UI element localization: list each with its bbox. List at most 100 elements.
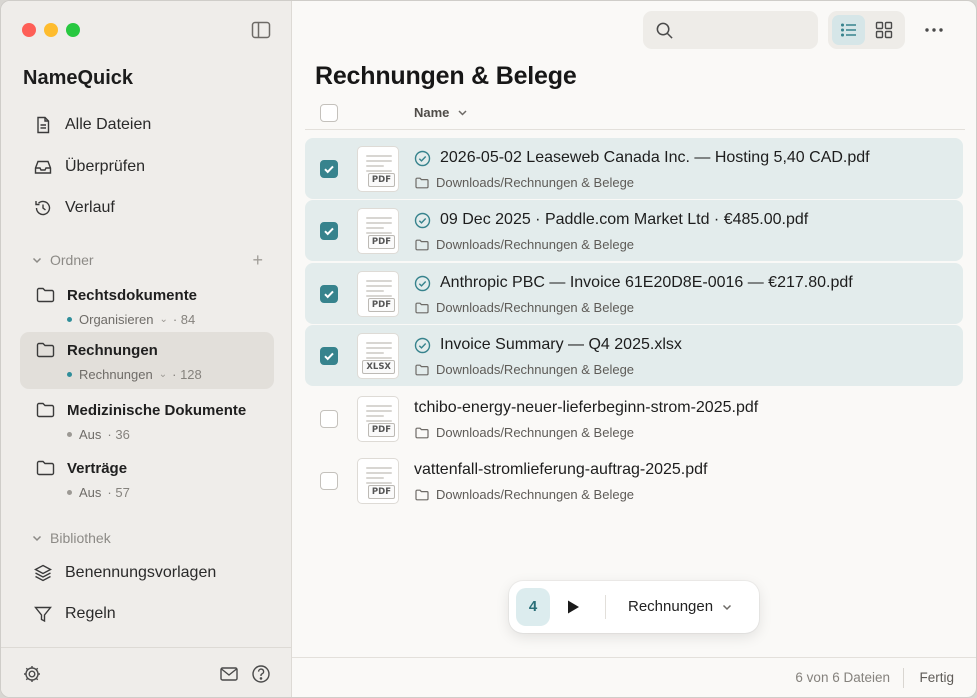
grid-view-button[interactable] [867, 15, 900, 45]
file-name: vattenfall-stromlieferung-auftrag-2025.p… [414, 461, 708, 479]
row-checkbox[interactable] [320, 347, 338, 365]
nav-history-label: Verlauf [65, 199, 115, 216]
file-type-badge: PDF [367, 485, 395, 499]
file-name: tchibo-energy-neuer-lieferbeginn-strom-2… [414, 399, 758, 417]
list-view-button[interactable] [832, 15, 865, 45]
file-name: Anthropic PBC — Invoice 61E20D8E-0016 — … [414, 274, 853, 292]
main-content: Rechnungen & Belege Name PDF 2026-05-02 L… [292, 1, 976, 697]
nav-history[interactable]: Verlauf [21, 189, 273, 227]
folder-meta: Rechnungen ⌄ · 128 [67, 367, 202, 382]
folder-name: Rechnungen [67, 342, 158, 359]
page-title: Rechnungen & Belege [315, 62, 577, 90]
app-title: NameQuick [23, 67, 134, 89]
file-type-badge: PDF [367, 298, 395, 312]
folder-icon [415, 489, 429, 500]
window-controls [22, 23, 80, 37]
add-folder-button[interactable]: + [252, 250, 263, 271]
status-text: Fertig [919, 670, 954, 685]
file-row[interactable]: XLSX Invoice Summary — Q4 2025.xlsx Downlo… [305, 325, 963, 386]
document-lines [366, 342, 392, 362]
folder-item-medizinische-dokumente[interactable]: Medizinische Dokumente Aus · 36 [20, 392, 274, 449]
file-row[interactable]: PDF tchibo-energy-neuer-lieferbeginn-stro… [305, 388, 963, 449]
row-checkbox[interactable] [320, 410, 338, 428]
file-path: Downloads/Rechnungen & Belege [415, 300, 634, 315]
file-path: Downloads/Rechnungen & Belege [415, 425, 634, 440]
column-header: Name [305, 97, 965, 130]
file-path-text: Downloads/Rechnungen & Belege [436, 487, 635, 502]
close-window-button[interactable] [22, 23, 36, 37]
play-icon[interactable] [565, 598, 581, 616]
folder-count: · 84 [172, 312, 196, 327]
zoom-window-button[interactable] [66, 23, 80, 37]
file-thumbnail: XLSX [357, 333, 399, 379]
file-name-text: vattenfall-stromlieferung-auftrag-2025.p… [414, 461, 708, 478]
file-row[interactable]: PDF 09 Dec 2025 · Paddle.com Market Ltd ·… [305, 200, 963, 261]
destination-label: Rechnungen [628, 598, 714, 615]
chevron-down-icon [32, 535, 42, 542]
document-icon [37, 116, 50, 134]
mail-icon[interactable] [219, 664, 239, 684]
file-name: 2026-05-02 Leaseweb Canada Inc. — Hostin… [414, 149, 870, 167]
folder-item-rechtsdokumente[interactable]: Rechtsdokumente Organisieren ⌄ · 84 [20, 277, 274, 334]
folder-icon [36, 342, 55, 358]
more-options-icon[interactable] [922, 20, 946, 40]
help-icon[interactable] [251, 664, 271, 684]
folder-meta: Organisieren ⌄ · 84 [67, 312, 195, 327]
list-icon [840, 23, 856, 37]
folder-count: · 128 [172, 367, 202, 382]
row-checkbox[interactable] [320, 222, 338, 240]
file-type-badge: PDF [367, 423, 395, 437]
divider [903, 668, 904, 688]
folder-name: Medizinische Dokumente [67, 402, 247, 419]
folder-icon [415, 364, 429, 375]
chevron-down-icon[interactable]: ⌄ [159, 369, 167, 380]
folder-icon [415, 302, 429, 313]
check-circle-icon [414, 150, 431, 166]
file-name-text: tchibo-energy-neuer-lieferbeginn-strom-2… [414, 399, 759, 416]
folder-status: Rechnungen [79, 367, 153, 382]
file-thumbnail: PDF [357, 396, 399, 442]
search-icon [656, 22, 673, 39]
sidebar-toggle-icon[interactable] [251, 21, 271, 39]
folder-name: Rechtsdokumente [67, 287, 198, 304]
folder-item-vertraege[interactable]: Verträge Aus · 57 [20, 450, 274, 507]
file-path: Downloads/Rechnungen & Belege [415, 362, 634, 377]
action-bar: 4 Rechnungen [509, 581, 759, 633]
divider [605, 595, 606, 619]
sort-by-name-button[interactable]: Name [414, 105, 468, 120]
file-row[interactable]: PDF 2026-05-02 Leaseweb Canada Inc. — Hos… [305, 138, 963, 199]
nav-naming-templates[interactable]: Benennungsvorlagen [21, 554, 273, 592]
folder-item-rechnungen[interactable]: Rechnungen Rechnungen ⌄ · 128 [20, 332, 274, 389]
minimize-window-button[interactable] [44, 23, 58, 37]
nav-rules[interactable]: Regeln [21, 595, 273, 633]
nav-rules-label: Regeln [65, 605, 116, 622]
file-row[interactable]: PDF vattenfall-stromlieferung-auftrag-202… [305, 450, 963, 511]
folders-section-header[interactable]: Ordner + [31, 249, 271, 271]
file-path: Downloads/Rechnungen & Belege [415, 175, 634, 190]
nav-review[interactable]: Überprüfen [21, 148, 273, 186]
row-checkbox[interactable] [320, 285, 338, 303]
inbox-tray-icon [34, 160, 52, 174]
folder-status: Organisieren [79, 312, 154, 327]
destination-select[interactable]: Rechnungen [628, 598, 733, 615]
document-lines [366, 467, 392, 487]
file-row[interactable]: PDF Anthropic PBC — Invoice 61E20D8E-0016… [305, 263, 963, 324]
row-checkbox[interactable] [320, 160, 338, 178]
folders-section-label: Ordner [50, 252, 94, 268]
folder-icon [415, 177, 429, 188]
select-all-checkbox[interactable] [320, 104, 338, 122]
library-section-header[interactable]: Bibliothek [31, 527, 271, 549]
chevron-down-icon[interactable]: ⌄ [159, 314, 167, 325]
folder-count: · 57 [107, 485, 130, 500]
view-mode-toggle [828, 11, 905, 49]
checkmark-icon [324, 227, 334, 236]
gear-icon[interactable] [22, 664, 42, 684]
search-input[interactable] [643, 11, 818, 49]
file-path: Downloads/Rechnungen & Belege [415, 487, 634, 502]
nav-all-files[interactable]: Alle Dateien [21, 106, 273, 144]
row-checkbox[interactable] [320, 472, 338, 490]
app-window: NameQuick Alle Dateien Überprüfen Verlau… [0, 0, 977, 698]
check-circle-icon [414, 275, 431, 291]
status-bar: 6 von 6 Dateien Fertig [292, 657, 976, 697]
document-lines [366, 155, 392, 175]
